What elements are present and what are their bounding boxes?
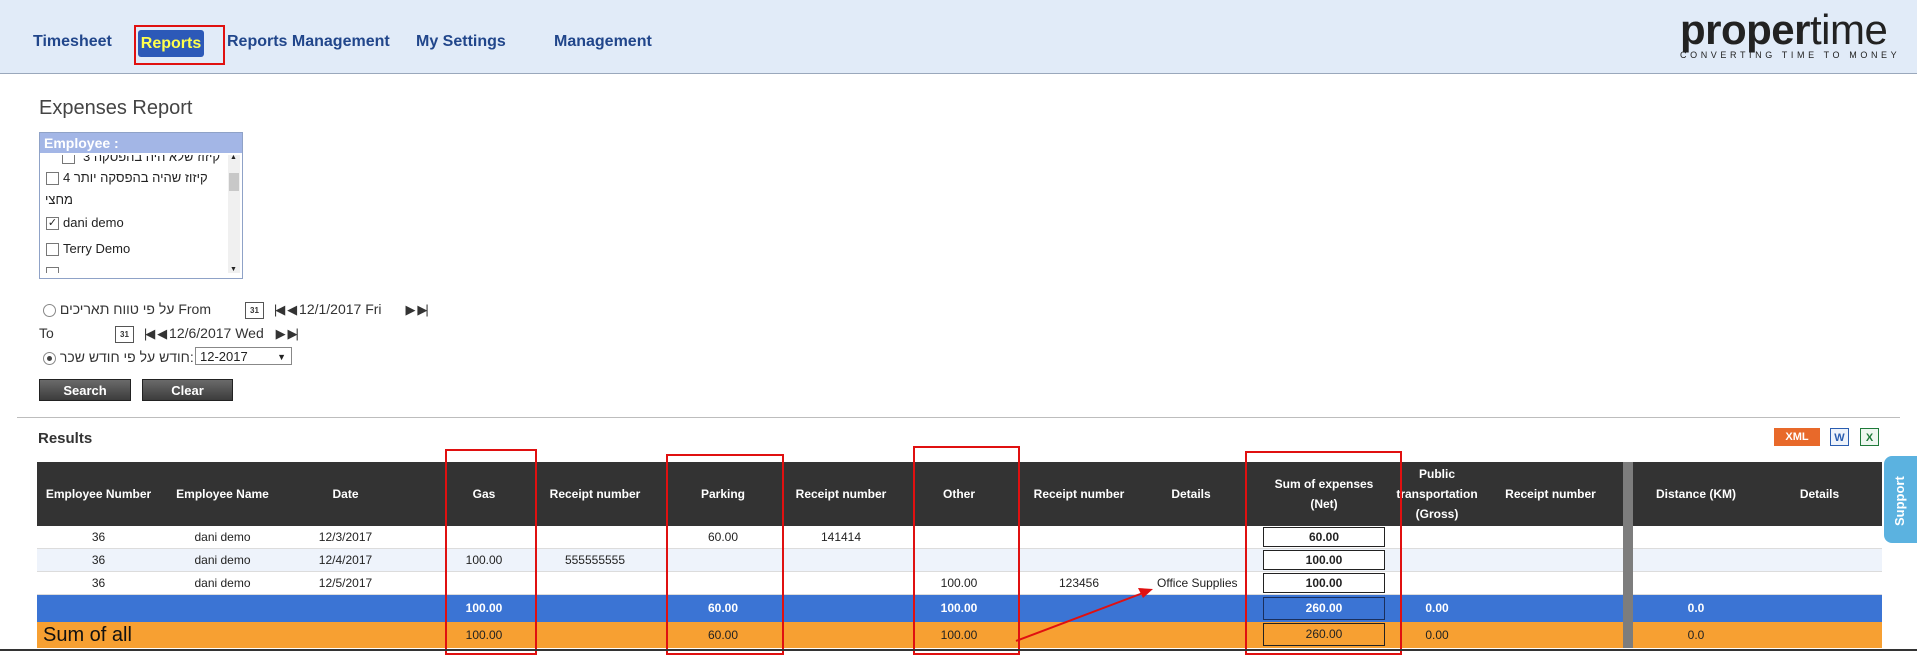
support-tab[interactable]: Support (1884, 456, 1917, 543)
support-label: Support (1892, 476, 1907, 526)
bottom-border (0, 649, 1917, 651)
annotation-arrow (1015, 588, 1153, 642)
